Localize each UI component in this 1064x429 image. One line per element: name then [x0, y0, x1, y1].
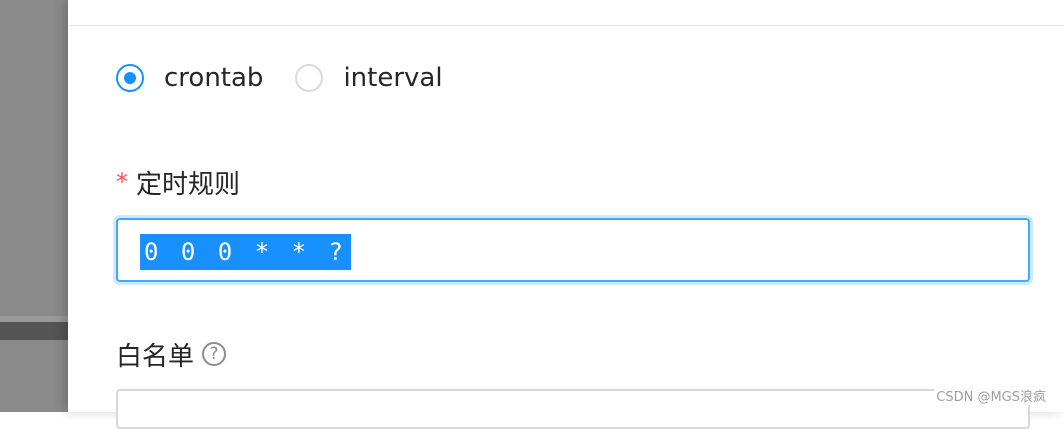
radio-label-interval: interval	[343, 63, 443, 93]
required-asterisk: *	[116, 168, 128, 196]
radio-unchecked-icon[interactable]	[295, 64, 324, 92]
timing-rule-input[interactable]: 0 0 0 * * ?	[116, 218, 1030, 282]
radio-option-crontab[interactable]: crontab	[116, 60, 263, 96]
whitelist-input[interactable]	[116, 389, 1030, 429]
watermark-text: CSDN @MGS浪疯	[934, 386, 1048, 405]
timing-rule-label: * 定时规则	[116, 164, 240, 200]
schedule-type-radio-group: crontab interval	[116, 60, 475, 96]
radio-checked-icon[interactable]	[116, 64, 144, 92]
whitelist-label: 白名单 ?	[116, 336, 227, 372]
radio-option-interval[interactable]: interval	[295, 60, 443, 96]
backdrop-bar	[0, 322, 68, 340]
whitelist-label-text: 白名单	[116, 341, 195, 372]
question-circle-icon[interactable]: ?	[202, 342, 227, 366]
timing-rule-label-text: 定时规则	[136, 169, 241, 200]
drawer-panel: crontab interval * 定时规则 0 0 0 * * ? 白名单 …	[68, 0, 1064, 429]
radio-label-crontab: crontab	[164, 63, 264, 93]
dimmed-backdrop[interactable]	[0, 0, 68, 412]
header-divider	[68, 25, 1064, 26]
timing-rule-selected-text[interactable]: 0 0 0 * * ?	[140, 234, 351, 270]
